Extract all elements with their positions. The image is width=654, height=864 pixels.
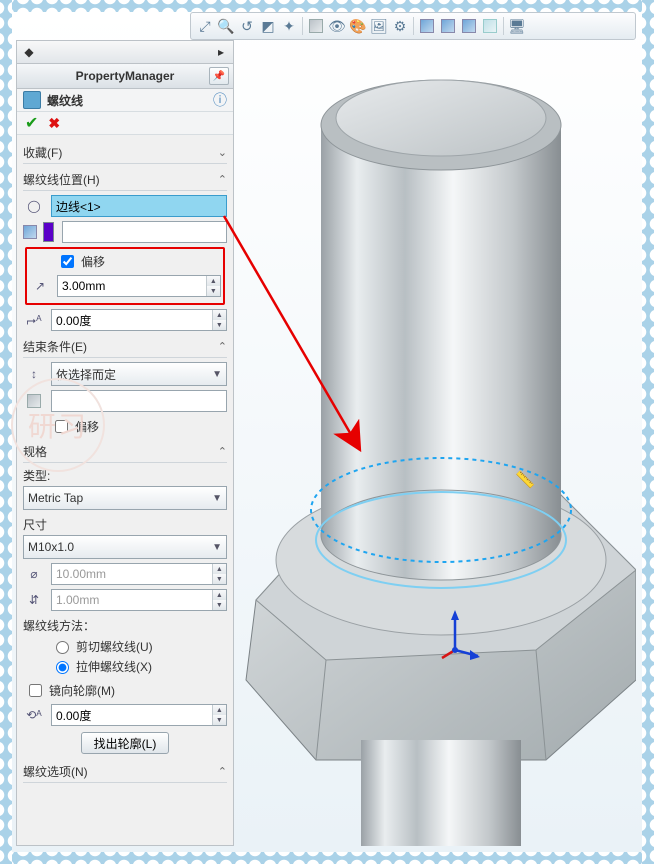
view-toolbar: ⤢ 🔍 ↺ ◩ ✦ 👁 🎨 🖼 ⚙ 🖥 [190,12,636,40]
type-label: 类型: [23,467,227,484]
angle2-input[interactable] [52,708,212,722]
view-orient-icon[interactable]: ✦ [279,16,299,36]
cancel-button[interactable]: ✖ [48,115,60,132]
graphics-area[interactable] [236,40,636,846]
fullscreen-icon[interactable]: 🖥 [507,16,527,36]
section-view-icon[interactable]: ◩ [258,16,278,36]
pin-button[interactable]: 📌 [209,67,229,85]
overflow-icon[interactable]: ▸ [213,44,229,60]
feature-icon [23,91,41,109]
size-label: 尺寸 [23,516,227,533]
offset-checkbox-row[interactable]: 偏移 [57,251,221,271]
offset-distance-icon: ↗ [29,275,51,297]
edge-selection-field[interactable] [51,195,227,217]
offset-highlight-box: 偏移 ↗ ▲▼ [25,247,225,305]
edge-select-icon: ◯ [23,195,45,217]
property-manager-panel: ◆ ▸ PropertyManager 📌 螺纹线 ⓘ ✔ ✖ 收藏(F) ⌄ … [16,40,234,846]
zoom-area-icon[interactable]: 🔍 [216,16,236,36]
pitch-spinner[interactable]: ▲▼ [51,589,227,611]
dropdown-icon: ▼ [212,369,222,380]
end-condition-header[interactable]: 结束条件(E) ⌃ [23,335,227,358]
view-settings-icon[interactable]: ⚙ [390,16,410,36]
offset-value-spinner[interactable]: ▲▼ [57,275,221,297]
end-face-icon [23,390,45,412]
apply-scene-icon[interactable]: 🖼 [369,16,389,36]
diameter-input [52,567,212,581]
start-face-icon [23,221,37,243]
end-face-field[interactable] [51,390,227,412]
method-label: 螺纹线方法： [23,617,227,634]
extrude-thread-radio[interactable]: 拉伸螺纹线(X) [51,656,227,676]
spin-up-icon[interactable]: ▲ [207,276,220,286]
end-offset-checkbox-row[interactable]: 偏移 [51,416,227,436]
panel-tabs: ◆ ▸ [17,41,233,64]
cube4-icon[interactable] [480,16,500,36]
thread-type-combo[interactable]: Metric Tap▼ [23,486,227,510]
offset-checkbox[interactable] [61,255,74,268]
rotation-angle-icon: ⟲ᴬ [23,704,45,726]
start-angle-spinner[interactable]: ▲▼ [51,309,227,331]
chevron-down-icon: ⌄ [218,146,227,159]
panel-title-text: PropertyManager [76,69,175,83]
spin-down-icon[interactable]: ▼ [207,286,220,296]
hide-show-icon[interactable]: 👁 [327,16,347,36]
fm-tree-tab-icon[interactable]: ◆ [21,44,37,60]
offset-value-input[interactable] [58,279,206,293]
favorites-header[interactable]: 收藏(F) ⌄ [23,141,227,164]
start-angle-input[interactable] [52,313,212,327]
start-angle-icon: ⮣ᴬ [23,309,45,331]
pitch-icon: ⇵ [23,589,45,611]
thread-position-header[interactable]: 螺纹线位置(H) ⌃ [23,168,227,191]
ok-button[interactable]: ✔ [25,113,38,133]
cube1-icon[interactable] [417,16,437,36]
start-face-field[interactable] [62,221,227,243]
feature-name: 螺纹线 [47,92,83,109]
chevron-up-icon: ⌃ [218,173,227,186]
cube2-icon[interactable] [438,16,458,36]
panel-title: PropertyManager 📌 [17,64,233,89]
cut-thread-radio[interactable]: 剪切螺纹线(U) [51,636,227,656]
edit-appearance-icon[interactable]: 🎨 [348,16,368,36]
color-swatch[interactable] [43,222,54,242]
spec-header[interactable]: 规格 ⌃ [23,440,227,463]
zoom-fit-icon[interactable]: ⤢ [195,16,215,36]
pitch-input [52,593,212,607]
angle2-spinner[interactable]: ▲▼ [51,704,227,726]
display-style-icon[interactable] [306,16,326,36]
diameter-spinner[interactable]: ▲▼ [51,563,227,585]
mirror-checkbox-row[interactable]: 镜向轮廓(M) [25,680,227,700]
cube3-icon[interactable] [459,16,479,36]
help-icon[interactable]: ⓘ [213,90,227,110]
diameter-icon: ⌀ [23,563,45,585]
thread-options-header[interactable]: 螺纹选项(N) ⌃ [23,760,227,783]
prev-view-icon[interactable]: ↺ [237,16,257,36]
locate-profile-button[interactable]: 找出轮廓(L) [81,732,170,754]
end-cond-icon: ↕ [23,363,45,385]
mirror-checkbox[interactable] [29,684,42,697]
thread-size-combo[interactable]: M10x1.0▼ [23,535,227,559]
end-condition-combo[interactable]: 依选择而定 ▼ [51,362,227,386]
end-offset-checkbox[interactable] [55,420,68,433]
